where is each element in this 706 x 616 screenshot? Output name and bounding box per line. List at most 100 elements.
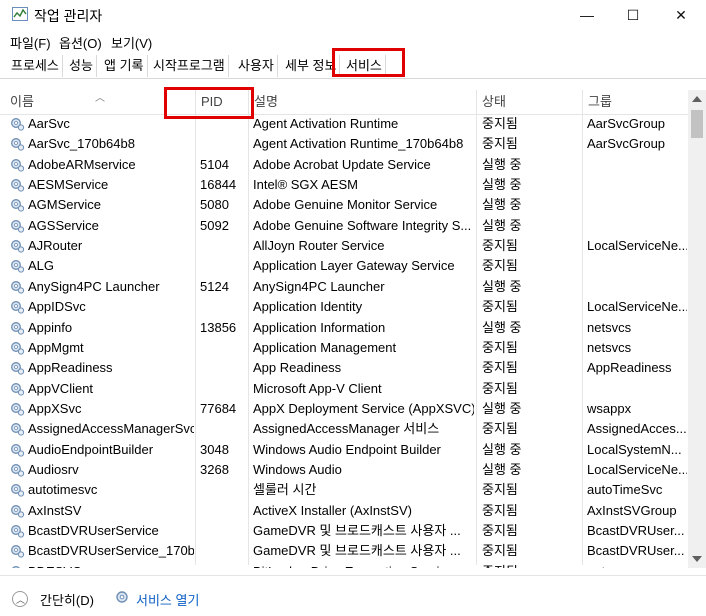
close-button[interactable]: ✕ bbox=[658, 0, 704, 30]
menu-view[interactable]: 보기(V) bbox=[111, 33, 152, 52]
service-description: AllJoyn Router Service bbox=[253, 238, 385, 254]
service-name: BcastDVRUserService_170b... bbox=[28, 543, 194, 559]
service-pid bbox=[200, 562, 246, 568]
table-row[interactable]: autotimesvc 셀룰러 시간 중지됨 autoTimeSvc bbox=[0, 480, 688, 500]
minimize-button[interactable]: — bbox=[564, 0, 610, 30]
service-pid bbox=[200, 236, 246, 256]
service-status: 중지됨 bbox=[482, 421, 518, 437]
scroll-up-arrow-icon[interactable] bbox=[692, 96, 702, 102]
service-status: 중지됨 bbox=[482, 238, 518, 254]
table-row[interactable]: AppMgmt Application Management 중지됨 netsvcs bbox=[0, 338, 688, 358]
service-group bbox=[587, 277, 687, 297]
tab-app-history[interactable]: 앱 기록 bbox=[101, 55, 148, 77]
table-row[interactable]: BDESVC BitLocker Drive Encryption Service… bbox=[0, 562, 688, 568]
service-name: BDESVC bbox=[28, 562, 194, 568]
service-name: AGMService bbox=[28, 197, 101, 213]
table-row[interactable]: AJRouter AllJoyn Router Service 중지됨 LocalSe… bbox=[0, 236, 688, 256]
service-name: AnySign4PC Launcher bbox=[28, 278, 160, 294]
service-group: AarSvcGroup bbox=[587, 136, 666, 152]
vertical-scrollbar[interactable] bbox=[688, 90, 706, 568]
tab-startup[interactable]: 시작프로그램 bbox=[150, 55, 229, 77]
service-group bbox=[587, 155, 687, 175]
table-row[interactable]: AudioEndpointBuilder 3048 Windows Audio En… bbox=[0, 440, 688, 460]
chevron-up-icon[interactable]: ︿ bbox=[12, 591, 28, 607]
open-services-link[interactable]: 서비스 열기 bbox=[136, 590, 199, 609]
table-row[interactable]: AppVClient Microsoft App-V Client 중지됨 bbox=[0, 379, 688, 399]
table-row[interactable]: ALG Application Layer Gateway Service 중지됨 bbox=[0, 256, 688, 276]
service-status: 중지됨 bbox=[482, 380, 518, 396]
service-name: AppIDSvc bbox=[28, 299, 86, 315]
service-group: netsvcs bbox=[587, 319, 632, 335]
service-pid bbox=[200, 358, 246, 378]
service-gear-icon bbox=[11, 423, 25, 436]
table-row[interactable]: AGMService 5080 Adobe Genuine Monitor Serv… bbox=[0, 195, 688, 215]
service-name: AarSvc bbox=[28, 116, 70, 131]
service-status: 실행 중 bbox=[482, 441, 522, 457]
service-status: 실행 중 bbox=[482, 319, 522, 335]
service-description: AnySign4PC Launcher bbox=[253, 278, 385, 294]
service-gear-icon bbox=[11, 443, 25, 457]
service-description: Adobe Genuine Monitor Service bbox=[253, 197, 438, 213]
service-group: LocalServiceNe... bbox=[587, 461, 687, 477]
scroll-down-arrow-icon[interactable] bbox=[692, 556, 702, 562]
service-group: AssignedAcces... bbox=[587, 421, 687, 437]
service-pid: 5080 bbox=[200, 197, 229, 213]
service-status: 실행 중 bbox=[482, 217, 522, 233]
table-row[interactable]: AESMService 16844 Intel® SGX AESM 실행 중 bbox=[0, 175, 688, 195]
service-pid bbox=[200, 480, 246, 500]
service-group: LocalServiceNe... bbox=[587, 299, 687, 315]
table-row[interactable]: Appinfo 13856 Application Information 실행 중 n… bbox=[0, 318, 688, 338]
table-row[interactable]: Audiosrv 3268 Windows Audio 실행 중 LocalServic… bbox=[0, 460, 688, 480]
table-row[interactable]: AarSvc Agent Activation Runtime 중지됨 AarSvcG… bbox=[0, 114, 688, 134]
table-row[interactable]: AxInstSV ActiveX Installer (AxInstSV) 중지됨 A… bbox=[0, 501, 688, 521]
sort-ascending-icon: ︿ bbox=[95, 93, 105, 104]
service-gear-icon bbox=[11, 362, 25, 375]
service-gear-icon bbox=[11, 402, 25, 416]
tab-services[interactable]: 서비스 bbox=[343, 55, 386, 77]
tab-users[interactable]: 사용자 bbox=[235, 55, 278, 77]
table-row[interactable]: BcastDVRUserService_170b... GameDVR 및 브로드… bbox=[0, 541, 688, 561]
column-group[interactable]: 그룹 bbox=[582, 90, 688, 114]
service-pid bbox=[200, 379, 246, 399]
service-status: 실행 중 bbox=[482, 461, 522, 477]
service-group bbox=[587, 195, 687, 215]
service-gear-icon bbox=[11, 179, 25, 192]
service-gear-icon bbox=[11, 341, 25, 355]
service-name: AGSService bbox=[28, 217, 99, 233]
service-name: Appinfo bbox=[28, 319, 73, 335]
scrollbar-thumb[interactable] bbox=[691, 110, 703, 138]
service-group: wsappx bbox=[587, 400, 632, 416]
table-row[interactable]: BcastDVRUserService GameDVR 및 브로드캐스트 사용자 … bbox=[0, 521, 688, 541]
fewer-details-link[interactable]: 간단히(D) bbox=[40, 590, 94, 609]
service-gear-icon bbox=[11, 484, 25, 497]
column-status[interactable]: 상태 bbox=[476, 90, 582, 114]
service-name: AppVClient bbox=[28, 380, 94, 396]
service-gear-icon bbox=[11, 240, 25, 253]
service-group: netsvcs bbox=[587, 562, 687, 568]
tab-performance[interactable]: 성능 bbox=[66, 55, 97, 77]
menu-file[interactable]: 파일(F) bbox=[10, 33, 51, 52]
table-row[interactable]: AppXSvc 77684 AppX Deployment Service (App… bbox=[0, 399, 688, 419]
table-row[interactable]: AnySign4PC Launcher 5124 AnySign4PC Launch… bbox=[0, 277, 688, 297]
table-row[interactable]: AssignedAccessManagerSvc AssignedAccessMa… bbox=[0, 419, 688, 439]
service-pid bbox=[200, 297, 246, 317]
table-row[interactable]: AppIDSvc Application Identity 중지됨 LocalServ… bbox=[0, 297, 688, 317]
table-row[interactable]: AarSvc_170b64b8 Agent Activation Runtime_… bbox=[0, 134, 688, 154]
service-name: AppXSvc bbox=[28, 400, 82, 416]
service-pid bbox=[200, 501, 246, 521]
tab-processes[interactable]: 프로세스 bbox=[8, 55, 63, 77]
service-pid: 16844 bbox=[200, 177, 237, 193]
table-row[interactable]: AGSService 5092 Adobe Genuine Software Int… bbox=[0, 216, 688, 236]
table-row[interactable]: AdobeARMservice 5104 Adobe Acrobat Update … bbox=[0, 155, 688, 175]
maximize-button[interactable]: ☐ bbox=[610, 0, 656, 30]
column-description[interactable]: 설명 bbox=[248, 90, 476, 114]
service-description: Windows Audio bbox=[253, 461, 342, 477]
menu-options[interactable]: 옵션(O) bbox=[59, 33, 102, 52]
service-pid bbox=[200, 541, 246, 561]
service-description: GameDVR 및 브로드캐스트 사용자 ... bbox=[253, 523, 461, 538]
service-name: AssignedAccessManagerSvc bbox=[28, 421, 194, 437]
tab-details[interactable]: 세부 정보 bbox=[282, 55, 341, 77]
service-description: Adobe Acrobat Update Service bbox=[253, 156, 431, 172]
column-pid[interactable]: PID bbox=[195, 90, 248, 114]
table-row[interactable]: AppReadiness App Readiness 중지됨 AppReadiness bbox=[0, 358, 688, 378]
